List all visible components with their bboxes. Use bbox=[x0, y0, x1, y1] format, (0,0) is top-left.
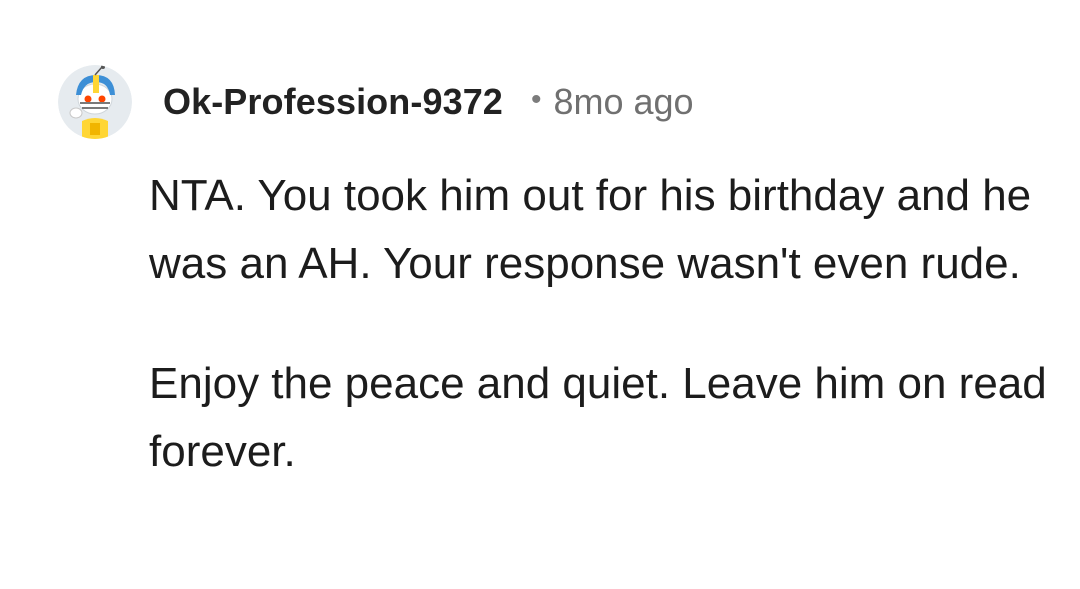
comment-body: NTA. You took him out for his birthday a… bbox=[149, 162, 1049, 538]
snoo-avatar-icon bbox=[58, 65, 132, 139]
comment: Ok-Profession-9372 • 8mo ago NTA. You to… bbox=[0, 0, 1080, 589]
user-avatar[interactable] bbox=[58, 65, 132, 139]
comment-paragraph: NTA. You took him out for his birthday a… bbox=[149, 171, 1032, 288]
comment-header: Ok-Profession-9372 • 8mo ago bbox=[58, 64, 694, 140]
comment-timestamp[interactable]: 8mo ago bbox=[553, 81, 693, 123]
comment-author[interactable]: Ok-Profession-9372 bbox=[163, 81, 503, 123]
meta-separator: • bbox=[530, 83, 542, 116]
comment-paragraph: Enjoy the peace and quiet. Leave him on … bbox=[149, 359, 1047, 476]
